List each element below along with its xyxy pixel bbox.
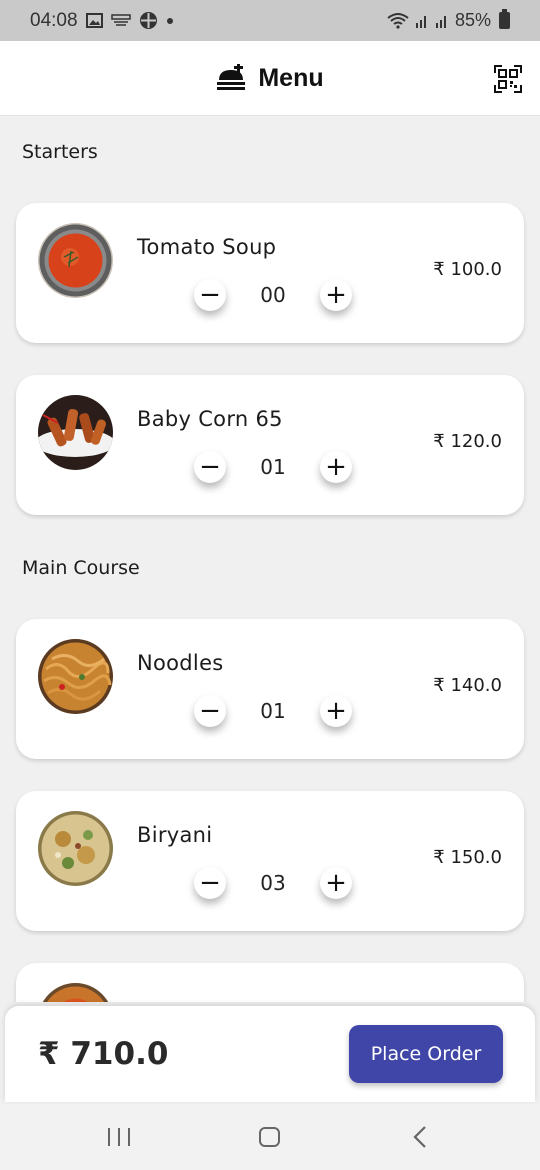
status-bar: 04:08 85% — [0, 0, 540, 41]
noodles-photo — [38, 639, 113, 714]
qr-scanner-icon[interactable] — [494, 65, 522, 93]
order-summary-bar: ₹ 710.0 Place Order — [5, 1006, 535, 1102]
battery-icon — [499, 9, 510, 29]
menu-list[interactable]: Starters Tomato Soup ₹ 100.0 − 00 + Baby… — [0, 117, 540, 1002]
page-title: Menu — [258, 63, 324, 92]
increase-quantity-button[interactable]: + — [320, 695, 352, 727]
menu-item-card[interactable]: Tomato Soup ₹ 100.0 − 00 + — [16, 203, 524, 343]
cast-icon — [110, 14, 131, 26]
menu-item-card[interactable]: Noodles ₹ 140.0 − 01 + — [16, 619, 524, 759]
gallery-icon — [85, 13, 103, 28]
battery-percent: 85% — [454, 10, 491, 30]
recent-apps-icon[interactable] — [108, 1128, 130, 1146]
increase-quantity-button[interactable]: + — [320, 867, 352, 899]
home-icon[interactable] — [259, 1127, 280, 1147]
order-total: ₹ 710.0 — [38, 1036, 169, 1072]
quantity-value: 00 — [260, 283, 286, 307]
dish-name: Biryani — [137, 823, 213, 847]
quantity-value: 01 — [260, 699, 286, 723]
increase-quantity-button[interactable]: + — [320, 451, 352, 483]
food-tray-icon — [217, 64, 246, 90]
decrease-quantity-button[interactable]: − — [194, 695, 226, 727]
place-order-button[interactable]: Place Order — [349, 1025, 503, 1083]
dish-price: ₹ 120.0 — [433, 431, 502, 452]
signal-icon — [435, 16, 446, 28]
decrease-quantity-button[interactable]: − — [194, 867, 226, 899]
dish-price: ₹ 140.0 — [433, 675, 502, 696]
status-time: 04:08 — [30, 9, 78, 31]
dot-icon — [166, 17, 173, 24]
dish-photo — [38, 983, 113, 1002]
wifi-icon — [387, 13, 409, 29]
dish-price: ₹ 100.0 — [433, 259, 502, 280]
quantity-value: 03 — [260, 871, 286, 895]
signal-icon — [415, 16, 426, 28]
increase-quantity-button[interactable]: + — [320, 279, 352, 311]
baby-corn-photo — [38, 395, 113, 470]
system-nav-bar — [0, 1104, 540, 1170]
menu-item-card-partial[interactable] — [16, 963, 524, 1002]
tomato-soup-photo — [38, 223, 113, 298]
app-bar: Menu — [0, 41, 540, 116]
decrease-quantity-button[interactable]: − — [194, 451, 226, 483]
decrease-quantity-button[interactable]: − — [194, 279, 226, 311]
dish-price: ₹ 150.0 — [433, 847, 502, 868]
back-icon[interactable] — [412, 1125, 428, 1149]
menu-item-card[interactable]: Baby Corn 65 ₹ 120.0 − 01 + — [16, 375, 524, 515]
pinwheel-icon — [139, 12, 157, 29]
dish-name: Noodles — [137, 651, 224, 675]
section-title-main-course: Main Course — [22, 557, 140, 579]
dish-name: Baby Corn 65 — [137, 407, 283, 431]
section-title-starters: Starters — [22, 141, 98, 163]
menu-item-card[interactable]: Biryani ₹ 150.0 − 03 + — [16, 791, 524, 931]
quantity-value: 01 — [260, 455, 286, 479]
dish-name: Tomato Soup — [137, 235, 277, 259]
biryani-photo — [38, 811, 113, 886]
